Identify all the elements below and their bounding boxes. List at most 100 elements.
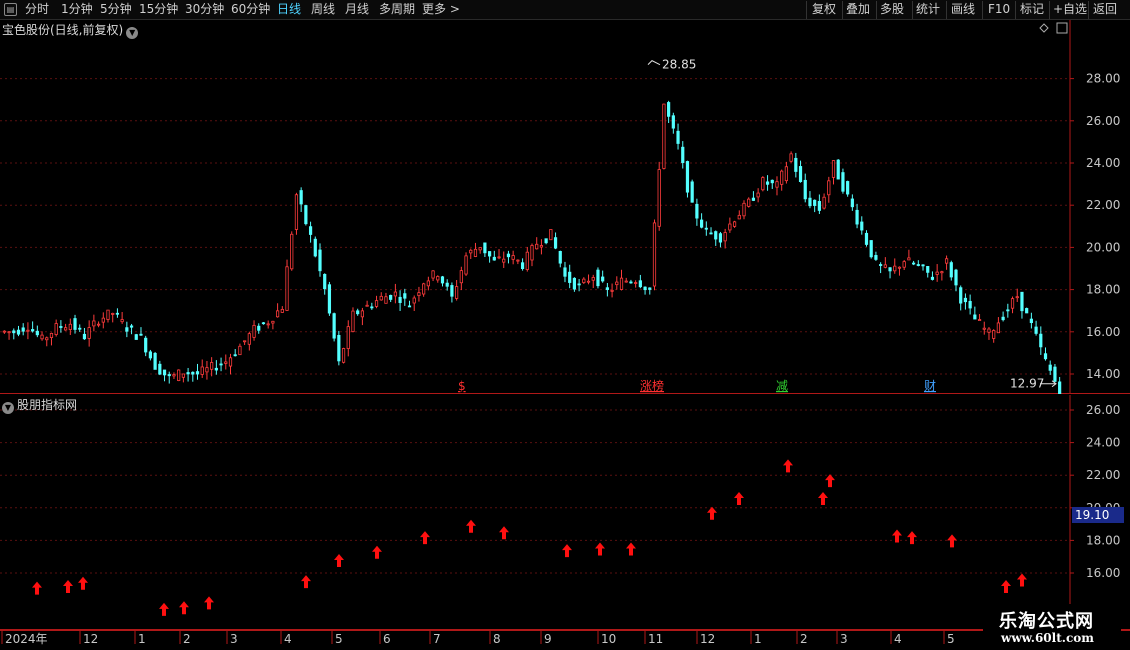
signal-arrow xyxy=(420,531,430,545)
candle-body xyxy=(205,367,209,373)
candlestick-chart[interactable]: 28.00 26.00 24.00 22.00 20.00 18.00 16.00 14.00… xyxy=(0,20,1130,394)
x-tick-label: 6 xyxy=(383,632,391,646)
candle-body xyxy=(619,277,624,290)
candle-body xyxy=(195,371,200,375)
candle-body xyxy=(770,179,774,184)
y-tick-label: 26.00 xyxy=(1086,114,1120,128)
candle-body xyxy=(855,209,859,225)
candle-body xyxy=(798,166,803,183)
candle-body xyxy=(384,296,388,304)
candle-body xyxy=(492,256,496,261)
period-tab-daily[interactable]: 日线 xyxy=(277,0,301,20)
candle-body xyxy=(299,190,303,205)
candle-body xyxy=(323,273,327,290)
candle-body xyxy=(1015,296,1019,299)
period-tab-5min[interactable]: 5分钟 xyxy=(100,0,132,20)
candle-body xyxy=(1010,298,1015,309)
period-tab-more[interactable]: 更多 > xyxy=(422,0,460,20)
candle-body xyxy=(191,371,195,375)
signal-arrow xyxy=(372,545,382,559)
period-tab-weekly[interactable]: 周线 xyxy=(311,0,335,20)
period-tab-1min[interactable]: 1分钟 xyxy=(61,0,93,20)
period-tab-15min[interactable]: 15分钟 xyxy=(139,0,178,20)
candle-body xyxy=(897,266,902,269)
x-tick-label: 2 xyxy=(800,632,808,646)
candle-body xyxy=(539,245,544,248)
stats-button[interactable]: 统计 xyxy=(916,0,940,20)
x-tick-label: 3 xyxy=(840,632,848,646)
candle-body xyxy=(596,269,600,287)
candle-body xyxy=(634,282,638,284)
add-watchlist-button[interactable]: +自选 xyxy=(1053,0,1087,20)
back-button[interactable]: 返回 xyxy=(1093,0,1117,20)
signal-arrow xyxy=(825,474,835,488)
candle-body xyxy=(478,247,482,251)
candle-body xyxy=(728,223,732,231)
high-price-label: 28.85 xyxy=(662,58,696,72)
period-tab-60min[interactable]: 60分钟 xyxy=(231,0,270,20)
candle-body xyxy=(944,258,949,264)
candle-body xyxy=(1048,364,1052,371)
fuquan-button[interactable]: 复权 xyxy=(812,0,836,20)
watermark-url: www.60lt.com xyxy=(1001,631,1094,645)
candle-body xyxy=(921,264,925,267)
multi-stock-button[interactable]: 多股 xyxy=(880,0,904,20)
candle-body xyxy=(422,283,426,295)
period-tab-30min[interactable]: 30分钟 xyxy=(185,0,224,20)
candle-body xyxy=(16,329,21,335)
candle-body xyxy=(747,198,751,207)
candle-body xyxy=(341,348,346,363)
x-tick-label: 5 xyxy=(335,632,343,646)
candle-body xyxy=(987,328,991,333)
candle-body xyxy=(996,322,1001,334)
candle-body xyxy=(709,232,713,235)
candle-body xyxy=(846,181,850,195)
main-chart-panel[interactable]: 28.00 26.00 24.00 22.00 20.00 18.00 16.00 14.00… xyxy=(0,20,1130,394)
indicator-chart[interactable]: 26.0024.0022.0020.0018.0016.00 xyxy=(0,395,1130,630)
candle-body xyxy=(902,261,906,268)
candle-body xyxy=(186,372,190,375)
candle-body xyxy=(487,251,492,257)
period-tab-fenshi[interactable]: 分时 xyxy=(25,0,49,20)
candle-body xyxy=(285,266,289,311)
signal-arrow xyxy=(204,596,214,610)
candle-body xyxy=(888,267,892,272)
candle-body xyxy=(671,115,675,129)
candle-body xyxy=(304,205,308,225)
mark-button[interactable]: 标记 xyxy=(1020,0,1044,20)
indicator-panel[interactable]: 26.0024.0022.0020.0018.0016.00 ▼股朋指标网 xyxy=(0,395,1130,630)
chevron-down-icon[interactable]: ▼ xyxy=(2,402,14,414)
x-tick-label: 10 xyxy=(601,632,616,646)
candle-body xyxy=(1029,318,1033,324)
candle-body xyxy=(737,214,741,220)
candle-body xyxy=(1006,309,1010,312)
stock-title: 宝色股份(日线,前复权) xyxy=(2,23,124,37)
candle-body xyxy=(31,329,35,332)
candle-body xyxy=(756,192,760,198)
x-tick-label: 1 xyxy=(754,632,762,646)
f10-button[interactable]: F10 xyxy=(988,0,1010,20)
event-marker: 涨榜 xyxy=(640,378,664,393)
candle-body xyxy=(535,243,539,250)
menu-icon[interactable]: ▤ xyxy=(4,3,17,16)
candle-body xyxy=(638,280,642,288)
candle-body xyxy=(704,227,708,230)
draw-line-button[interactable]: 画线 xyxy=(951,0,975,20)
candle-body xyxy=(780,170,784,185)
toolbar-divider xyxy=(806,1,807,19)
more-label: 更多 xyxy=(422,2,447,16)
candle-body xyxy=(233,354,237,357)
candle-body xyxy=(916,264,920,266)
candle-body xyxy=(148,351,152,359)
candle-body xyxy=(21,327,25,332)
candle-body xyxy=(153,352,157,370)
chevron-down-icon[interactable]: ▼ xyxy=(126,27,139,39)
overlay-button[interactable]: 叠加 xyxy=(846,0,870,20)
candle-body xyxy=(930,276,935,280)
period-tab-monthly[interactable]: 月线 xyxy=(345,0,369,20)
candle-body xyxy=(445,282,449,287)
period-tab-multi[interactable]: 多周期 xyxy=(379,0,415,20)
candle-body xyxy=(337,334,341,362)
candle-body xyxy=(379,295,383,301)
y-tick-label: 24.00 xyxy=(1086,156,1120,170)
